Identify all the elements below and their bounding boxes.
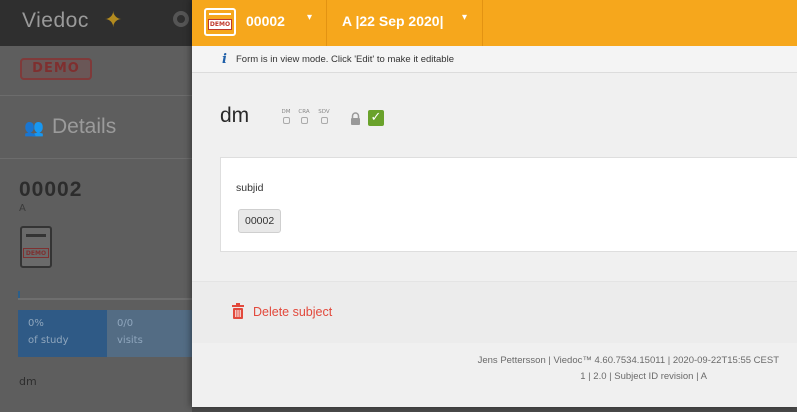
subject-site: A [19,203,26,214]
modal-header: DEMO 00002 ▾ A |22 Sep 2020| ▾ [192,0,797,46]
visit-selector[interactable]: A |22 Sep 2020| [342,13,444,29]
subject-card-label: DEMO [208,19,232,30]
field-label-subjid: subjid [236,182,264,194]
form-title: dm [220,104,250,127]
form-body: subjid 00002 [220,157,797,252]
details-title: Details [52,115,117,138]
footer-revision-info: 1 | 2.0 | Subject ID revision | A [580,371,707,382]
stat-label: of study [28,335,69,346]
header-divider [482,0,483,46]
chevron-down-icon[interactable]: ▾ [462,12,467,23]
stat-study-progress: 0% of study [18,310,107,357]
lock-icon [351,112,360,125]
demo-badge: DEMO [20,58,92,80]
logo-mark-icon: ✦ [104,8,123,33]
divider [0,158,192,159]
flag-checkbox [282,117,290,124]
subject-selector[interactable]: 00002 [246,13,285,29]
view-mode-message: Form is in view mode. Click 'Edit' to ma… [236,54,454,65]
cra-review-flag: CRA [296,109,312,124]
actions-bar: Delete subject [192,281,797,344]
stat-value: 0% [28,318,44,329]
view-mode-notice: i Form is in view mode. Click 'Edit' to … [192,46,797,73]
progress-track [18,298,192,300]
trash-icon[interactable] [232,303,244,319]
form-complete-check-icon: ✓ [368,110,384,126]
flag-label: SDV [318,109,330,115]
app-logo: Viedoc [22,9,89,32]
subjid-field: 00002 [238,209,282,233]
flag-label: CRA [298,109,310,115]
modal-footer: Jens Pettersson | Viedoc™ 4.60.7534.1501… [192,343,797,407]
footer-audit-info: Jens Pettersson | Viedoc™ 4.60.7534.1501… [477,355,779,366]
subject-id: 00002 [19,178,83,201]
subject-card-icon[interactable]: DEMO [20,226,52,268]
subject-card-icon[interactable]: DEMO [204,8,236,36]
form-modal: DEMO 00002 ▾ A |22 Sep 2020| ▾ i Form is… [192,0,797,407]
chevron-down-icon[interactable]: ▾ [307,12,312,23]
gear-icon[interactable] [173,11,189,27]
flag-checkbox [300,117,308,124]
form-list-item[interactable]: dm [19,375,37,388]
stat-label: visits [117,335,143,346]
flag-label: DM [281,109,291,115]
subject-card-label: DEMO [23,248,49,258]
users-icon: 👥 [24,118,44,137]
flag-checkbox [320,117,328,124]
stat-value: 0/0 [117,318,134,329]
info-icon: i [222,52,227,67]
stat-visits: 0/0 visits [107,310,192,357]
dm-review-flag: DM [278,109,294,124]
sdv-flag: SDV [316,109,332,124]
header-divider [326,0,327,46]
divider [0,95,192,96]
delete-subject-button[interactable]: Delete subject [253,305,332,319]
